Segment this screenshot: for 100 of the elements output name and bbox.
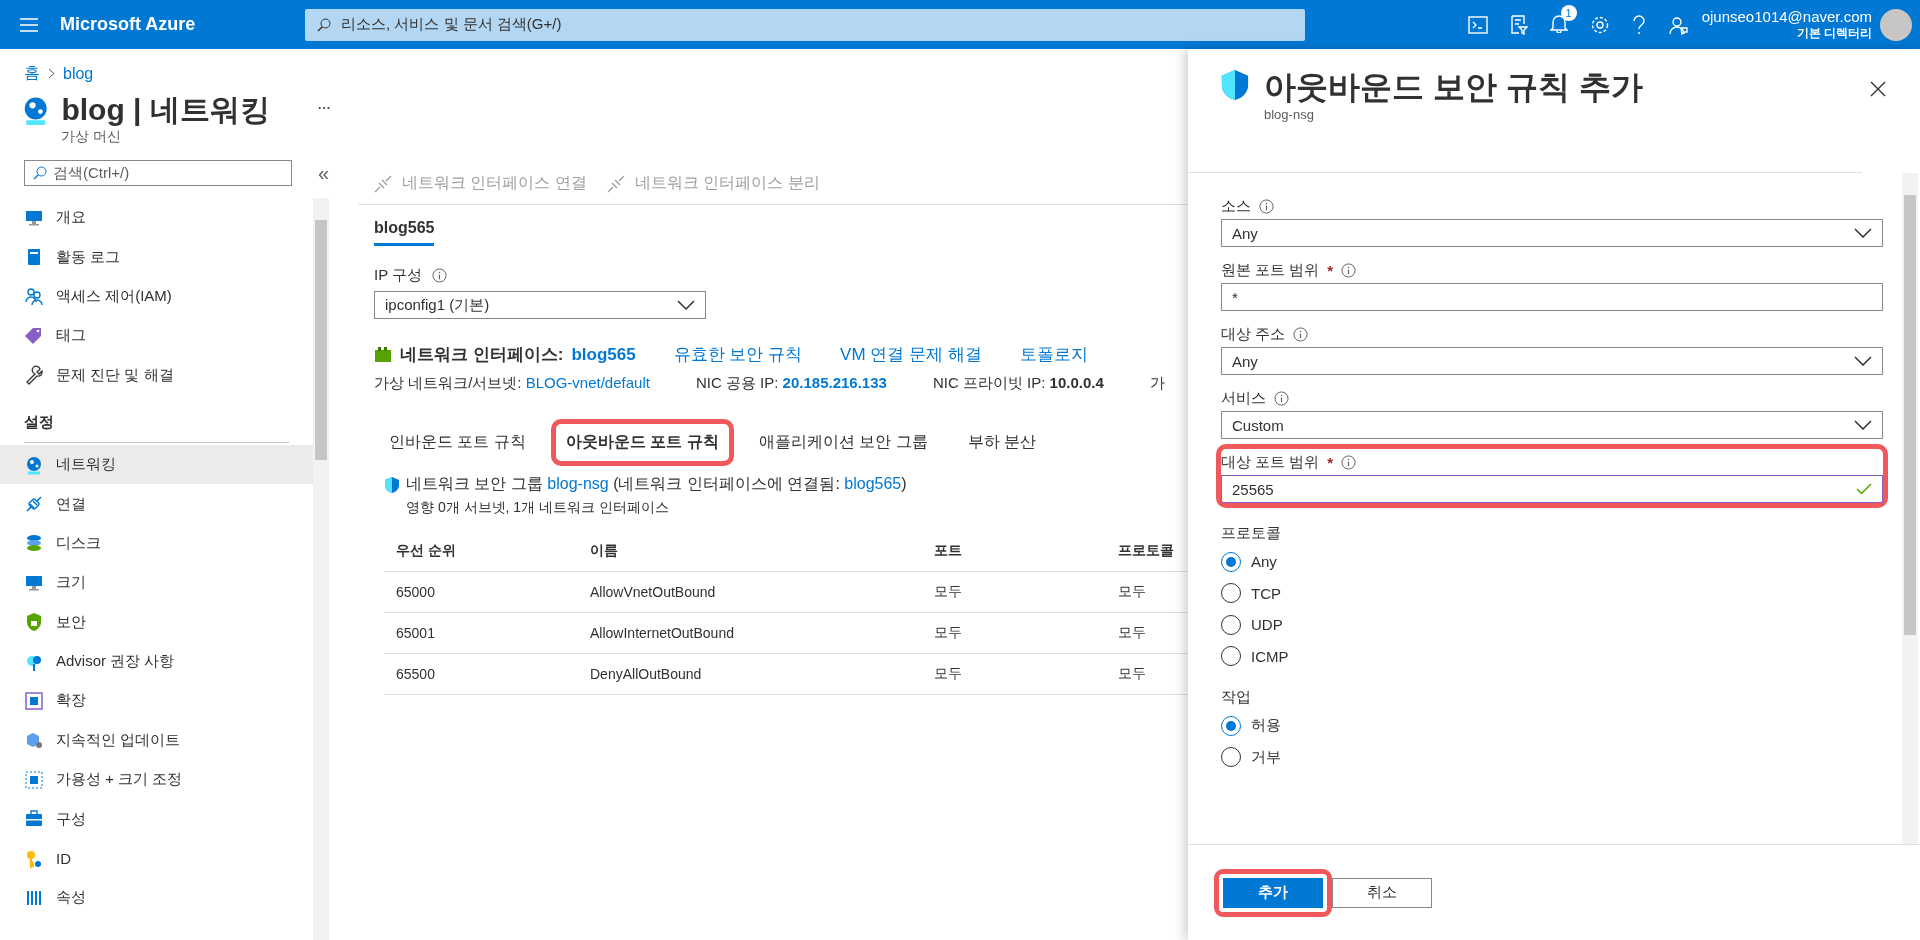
field-label: 원본 포트 범위	[1221, 260, 1320, 280]
link[interactable]: 유효한 보안 규칙	[673, 343, 803, 366]
sidebar-item[interactable]: 액세스 제어(IAM)	[0, 276, 313, 317]
wrench-icon	[24, 365, 44, 386]
input-field[interactable]: *	[1221, 283, 1883, 311]
detail-text: 가상 네트워크/서브넷: BLOG-vnet/default	[374, 374, 650, 393]
plug-icon	[374, 174, 392, 193]
table-cell: 모두	[922, 571, 1106, 613]
search-field[interactable]: 리소스, 서비스 및 문서 검색(G+/)	[305, 8, 1305, 41]
account-email[interactable]: ojunseo1014@naver.com	[1701, 7, 1872, 25]
info-icon[interactable]	[1341, 262, 1357, 278]
nsg-link[interactable]: blog-nsg	[547, 475, 609, 492]
sidebar-item[interactable]: 디스크	[0, 523, 313, 564]
panel-subtitle: blog-nsg	[1264, 107, 1315, 122]
sidebar-item[interactable]: 확장	[0, 681, 313, 721]
tab[interactable]: 아웃바운드 포트 규칙	[550, 419, 734, 466]
breadcrumb-link[interactable]: blog	[63, 64, 94, 83]
dropdown[interactable]: Any	[1221, 347, 1883, 375]
brand-title[interactable]: Microsoft Azure	[60, 14, 305, 35]
radio-label[interactable]: UDP	[1251, 616, 1283, 634]
add-button[interactable]: 추가	[1223, 877, 1323, 908]
radio-label[interactable]: 거부	[1251, 747, 1281, 767]
sidebar-item[interactable]: 연결	[0, 484, 313, 524]
info-icon[interactable]	[1293, 326, 1309, 342]
table-cell: 모두	[922, 612, 1106, 654]
field-label: 작업	[1221, 687, 1251, 707]
radio-label[interactable]: ICMP	[1251, 647, 1289, 665]
collapse-button[interactable]: «	[318, 161, 330, 185]
sidebar-item[interactable]: 문제 진단 및 해결	[0, 355, 313, 395]
link[interactable]: 토폴로지	[1019, 343, 1088, 366]
tab[interactable]: 애플리케이션 보안 그룹	[743, 419, 943, 466]
sidebar-item[interactable]: 속성	[0, 878, 313, 918]
sidebar-item[interactable]: 지속적인 업데이트	[0, 720, 313, 761]
people-icon	[24, 286, 44, 307]
column-header: 이름	[578, 531, 922, 572]
panel-title: 아웃바운드 보안 규칙 추가	[1264, 68, 1643, 107]
shield-icon	[384, 475, 400, 494]
breadcrumb-link[interactable]: 홈	[24, 63, 40, 84]
chevron-down-icon	[677, 300, 695, 310]
table-cell: AllowVnetOutBound	[578, 571, 922, 613]
sidebar-item[interactable]: 개요	[0, 198, 313, 238]
detail-link[interactable]: 20.185.216.133	[782, 374, 887, 391]
help-icon[interactable]	[1631, 14, 1646, 35]
radio-label[interactable]: 허용	[1251, 716, 1281, 736]
sidebar-item[interactable]: 활동 로그	[0, 237, 313, 277]
chevron-down-icon	[1854, 228, 1872, 238]
chevron-down-icon	[1854, 356, 1872, 366]
sidebar-item[interactable]: 네트워킹	[0, 444, 313, 485]
detail-text: NIC 프라이빗 IP: 10.0.0.4	[932, 374, 1104, 393]
field-label: 소스	[1221, 196, 1251, 216]
radio-label[interactable]: TCP	[1251, 584, 1281, 602]
chevron-down-icon	[1854, 420, 1872, 430]
menu-icon[interactable]	[20, 17, 38, 32]
settings-icon[interactable]	[1589, 14, 1610, 35]
field-label: 프로토콜	[1221, 523, 1281, 543]
tab[interactable]: blog565	[374, 219, 435, 246]
search-icon	[33, 166, 47, 180]
dropdown[interactable]: Custom	[1221, 411, 1883, 439]
required-mark: *	[1327, 261, 1334, 279]
table-cell: AllowInternetOutBound	[578, 612, 922, 654]
tab[interactable]: 부하 분산	[952, 419, 1052, 466]
terminal-icon[interactable]	[1467, 15, 1488, 34]
search-icon	[317, 17, 331, 32]
table-cell: 65000	[384, 571, 578, 613]
sidebar-item[interactable]: Advisor 권장 사항	[0, 641, 313, 682]
field-label: 서비스	[1221, 388, 1266, 408]
nic-link[interactable]: blog565	[844, 475, 902, 492]
sidebar-item[interactable]: 크기	[0, 563, 313, 603]
sidebar-item[interactable]: 구성	[0, 799, 313, 839]
info-icon[interactable]	[432, 268, 448, 283]
nic-link[interactable]: blog565	[571, 344, 636, 365]
detail-link[interactable]: BLOG-vnet/default	[525, 374, 650, 391]
info-icon[interactable]	[1259, 198, 1274, 214]
sidebar-item[interactable]: 가용성 + 크기 조정	[0, 760, 313, 800]
avatar[interactable]	[1880, 8, 1912, 41]
input-field[interactable]: 25565	[1221, 475, 1883, 503]
more-icon[interactable]	[317, 106, 330, 110]
search-field[interactable]: 검색(Ctrl+/)	[24, 160, 292, 186]
scrollbar[interactable]	[1902, 173, 1918, 844]
scrollbar[interactable]	[313, 198, 329, 940]
feedback-icon[interactable]	[1667, 14, 1688, 35]
info-icon[interactable]	[1341, 454, 1357, 470]
link[interactable]: VM 연결 문제 해결	[840, 343, 982, 366]
tab[interactable]: 인바운드 포트 규칙	[374, 419, 541, 466]
grid-icon	[24, 769, 44, 790]
ip-config-dropdown[interactable]: ipconfig1 (기본)	[374, 291, 706, 319]
cancel-button[interactable]: 취소	[1332, 877, 1432, 908]
detail-text: NIC 공용 IP: 20.185.216.133	[695, 374, 887, 393]
radio-label[interactable]: Any	[1251, 553, 1277, 571]
sidebar-item[interactable]: 태그	[0, 316, 313, 356]
table-cell: 65500	[384, 653, 578, 695]
sidebar-item[interactable]: 보안	[0, 602, 313, 642]
info-icon[interactable]	[1274, 390, 1289, 406]
dropdown[interactable]: Any	[1221, 219, 1883, 247]
section-heading: 설정	[24, 412, 54, 432]
page-subtitle: 가상 머신	[61, 128, 123, 146]
close-icon[interactable]	[1870, 81, 1886, 97]
bell-icon[interactable]	[1549, 12, 1568, 33]
sidebar-item[interactable]: ID	[0, 838, 313, 879]
filter-icon[interactable]	[1509, 14, 1528, 35]
